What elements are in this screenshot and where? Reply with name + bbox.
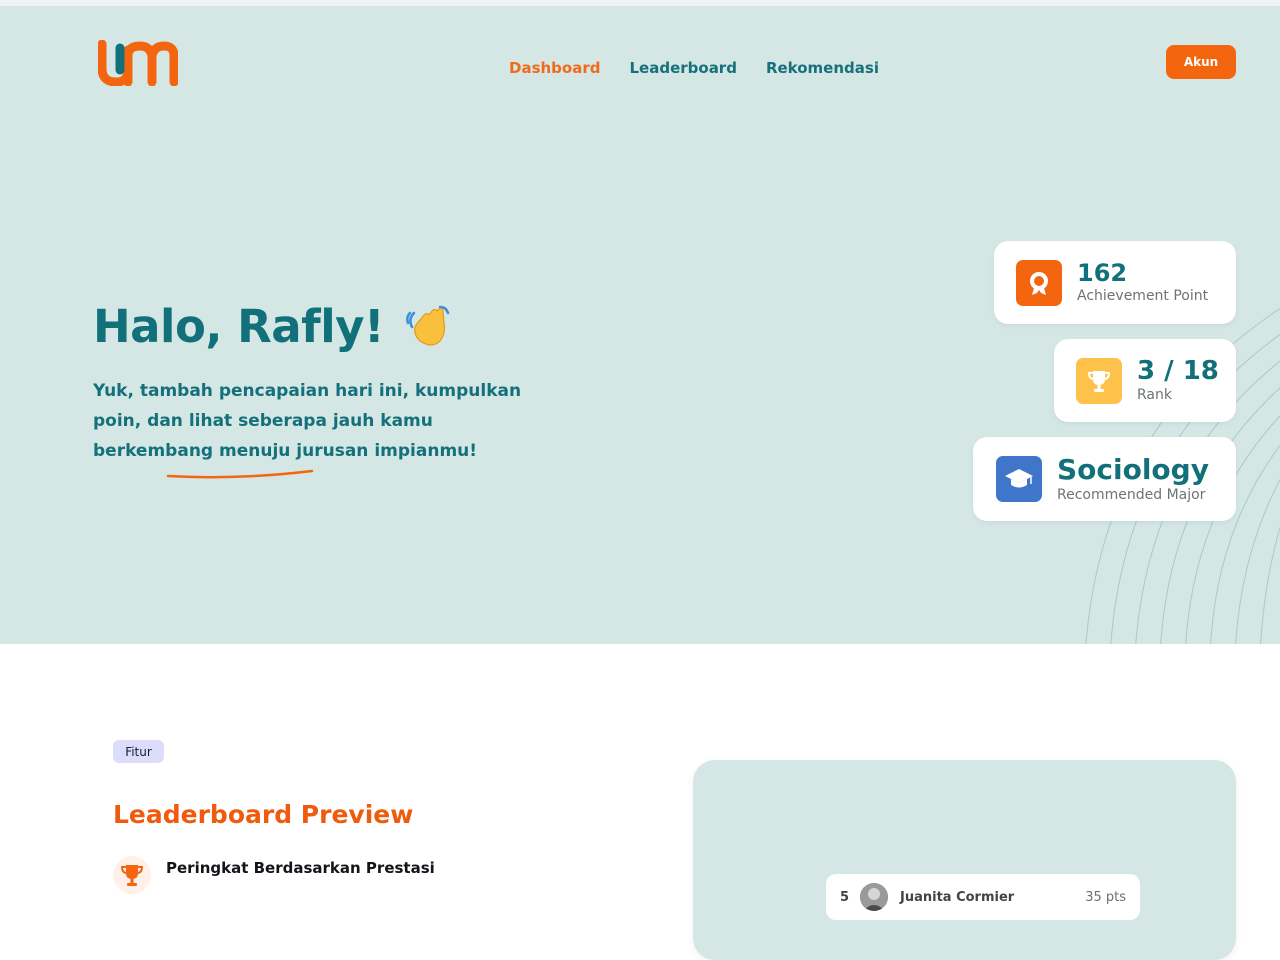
award-icon [1016, 259, 1062, 306]
account-button[interactable]: Akun [1166, 45, 1236, 79]
greeting-heading: Halo, Rafly! [93, 300, 454, 353]
achievement-points-label: Achievement Point [1077, 288, 1209, 304]
feature-badge: Fitur [113, 740, 164, 763]
nav-dashboard[interactable]: Dashboard [509, 59, 600, 77]
leaderboard-preview-panel [693, 760, 1236, 960]
hero-section: Dashboard Leaderboard Rekomendasi Akun H… [0, 6, 1280, 644]
achievement-points-card: 162 Achievement Point [994, 241, 1236, 324]
decorative-underline [166, 469, 314, 479]
greeting-text: Halo, Rafly! [93, 300, 385, 353]
achievement-points-value: 162 [1077, 259, 1128, 287]
leaderboard-rank: 5 [840, 889, 850, 905]
recommended-major-value: Sociology [1057, 452, 1209, 486]
waving-hand-icon [406, 305, 450, 346]
brand-logo[interactable] [98, 40, 178, 86]
main-nav: Dashboard Leaderboard Rekomendasi [509, 59, 879, 77]
leaderboard-points: 35 pts [1085, 889, 1126, 905]
recommended-major-label: Recommended Major [1057, 486, 1206, 503]
graduation-cap-icon [996, 456, 1042, 502]
leaderboard-name: Juanita Cormier [900, 889, 1015, 905]
rank-label: Rank [1137, 387, 1172, 403]
rank-card: 3 / 18 Rank [1054, 339, 1236, 422]
hero-subtitle: Yuk, tambah pencapaian hari ini, kumpulk… [93, 381, 522, 461]
trophy-icon [113, 856, 151, 894]
recommended-major-card: Sociology Recommended Major [973, 437, 1236, 521]
feature-item-text: Peringkat Berdasarkan Prestasi [166, 859, 435, 877]
nav-rekomendasi[interactable]: Rekomendasi [766, 59, 879, 77]
nav-leaderboard[interactable]: Leaderboard [629, 59, 736, 77]
trophy-icon [1076, 357, 1122, 404]
leaderboard-row[interactable]: 5 Juanita Cormier 35 pts [826, 874, 1140, 920]
rank-value: 3 / 18 [1137, 356, 1219, 386]
section-title: Leaderboard Preview [113, 800, 414, 829]
